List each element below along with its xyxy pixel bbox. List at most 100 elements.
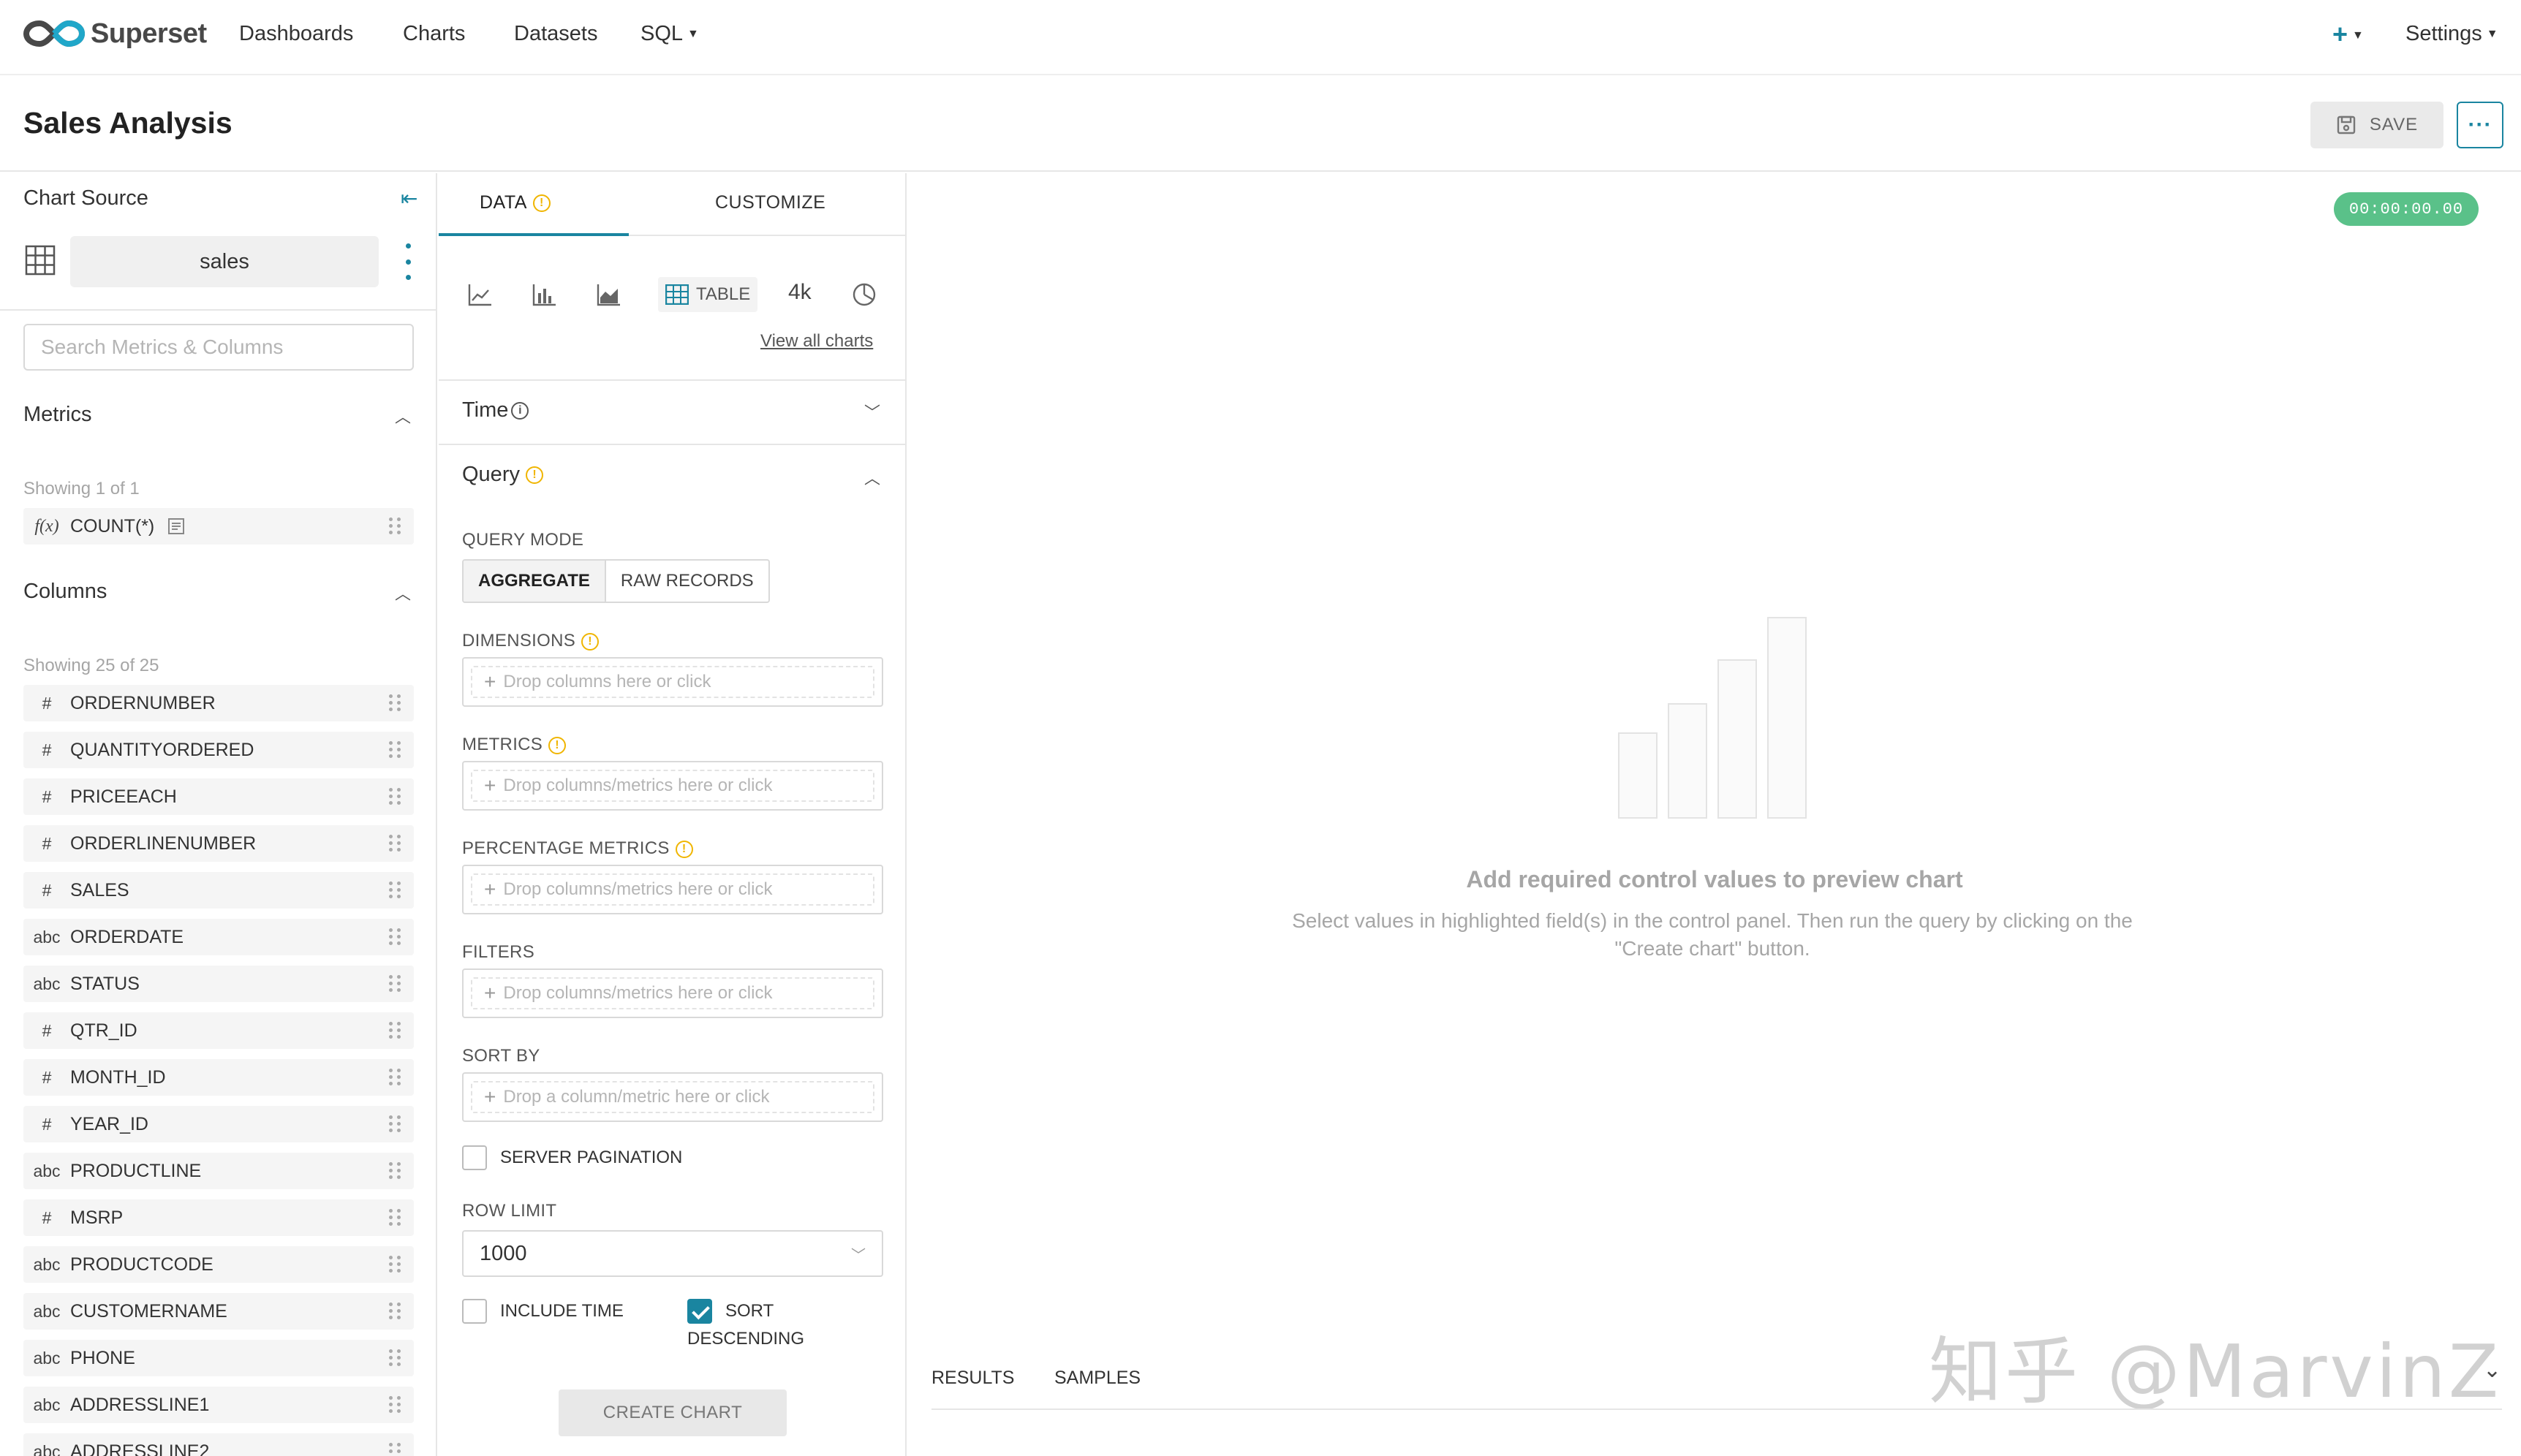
superset-logo[interactable]: Superset (23, 18, 207, 50)
column-item[interactable]: abc ADDRESSLINE2 (23, 1433, 414, 1456)
percentage-metrics-dropzone[interactable]: + Drop columns/metrics here or click (462, 865, 883, 914)
filters-dropzone[interactable]: + Drop columns/metrics here or click (462, 968, 883, 1018)
metric-item[interactable]: f(x) COUNT(*) (23, 508, 414, 545)
more-actions-button[interactable]: ··· (2457, 102, 2503, 148)
metrics-section-title[interactable]: Metrics (23, 403, 91, 427)
column-item[interactable]: abc ORDERDATE (23, 919, 414, 955)
drag-handle-icon[interactable] (389, 928, 401, 946)
dimensions-label: DIMENSIONS! (462, 631, 600, 651)
column-item[interactable]: # SALES (23, 872, 414, 909)
plus-icon: + (484, 774, 496, 797)
column-item[interactable]: abc PRODUCTCODE (23, 1246, 414, 1283)
numeric-type-icon: # (42, 693, 52, 713)
dataset-menu-icon[interactable] (401, 243, 415, 280)
chevron-up-icon[interactable]: ︿ (395, 404, 411, 428)
query-section[interactable]: Query! (462, 463, 543, 487)
dataset-name[interactable]: sales (70, 236, 379, 287)
column-item[interactable]: abc PHONE (23, 1340, 414, 1376)
sort-by-dropzone[interactable]: + Drop a column/metric here or click (462, 1072, 883, 1122)
drag-handle-icon[interactable] (389, 517, 401, 535)
chevron-down-icon[interactable]: ⌄ (2483, 1357, 2501, 1383)
columns-section-title[interactable]: Columns (23, 580, 107, 604)
viz-type-table[interactable]: TABLE (658, 277, 758, 312)
time-section[interactable]: Time i (462, 398, 529, 422)
drag-handle-icon[interactable] (389, 1209, 401, 1226)
column-name: STATUS (70, 973, 140, 994)
create-chart-button[interactable]: CREATE CHART (559, 1389, 787, 1436)
row-limit-label: ROW LIMIT (462, 1201, 557, 1221)
column-item[interactable]: # ORDERLINENUMBER (23, 825, 414, 862)
drag-handle-icon[interactable] (389, 1396, 401, 1414)
column-item[interactable]: # ORDERNUMBER (23, 685, 414, 721)
nav-sql[interactable]: SQL ▼ (640, 22, 699, 46)
row-limit-select[interactable]: 1000 ﹀ (462, 1230, 883, 1277)
column-item[interactable]: # YEAR_ID (23, 1106, 414, 1142)
new-item-menu[interactable]: + ▼ (2332, 19, 2364, 50)
drag-handle-icon[interactable] (389, 975, 401, 993)
drag-handle-icon[interactable] (389, 1349, 401, 1367)
drag-handle-icon[interactable] (389, 1069, 401, 1086)
drag-handle-icon[interactable] (389, 694, 401, 712)
chevron-down-icon[interactable]: ﹀ (864, 400, 880, 423)
area-chart-icon[interactable] (595, 281, 621, 308)
column-item[interactable]: # PRICEEACH (23, 778, 414, 815)
drag-handle-icon[interactable] (389, 835, 401, 852)
query-mode-aggregate[interactable]: AGGREGATE (464, 561, 606, 602)
column-item[interactable]: # QTR_ID (23, 1012, 414, 1049)
line-chart-icon[interactable] (466, 281, 493, 308)
drag-handle-icon[interactable] (389, 881, 401, 899)
drag-handle-icon[interactable] (389, 1022, 401, 1039)
empty-state-title: Add required control values to preview c… (1466, 866, 1963, 892)
column-item[interactable]: abc STATUS (23, 966, 414, 1002)
search-metrics-columns-input[interactable] (23, 324, 414, 371)
settings-menu[interactable]: Settings ▼ (2405, 22, 2498, 46)
chevron-up-icon[interactable]: ︿ (395, 581, 411, 604)
column-item[interactable]: abc CUSTOMERNAME (23, 1293, 414, 1330)
nav-charts[interactable]: Charts (403, 22, 465, 46)
time-section-label: Time (462, 398, 509, 422)
column-item[interactable]: # QUANTITYORDERED (23, 732, 414, 768)
save-button[interactable]: SAVE (2310, 102, 2443, 148)
divider (0, 309, 436, 311)
drag-handle-icon[interactable] (389, 1256, 401, 1273)
nav-datasets[interactable]: Datasets (514, 22, 597, 46)
chevron-up-icon[interactable]: ︿ (864, 466, 880, 489)
column-item[interactable]: abc PRODUCTLINE (23, 1153, 414, 1189)
divider (439, 379, 905, 381)
chart-title[interactable]: Sales Analysis (23, 106, 233, 140)
drag-handle-icon[interactable] (389, 741, 401, 759)
query-mode-raw-records[interactable]: RAW RECORDS (606, 561, 768, 602)
column-item[interactable]: # MSRP (23, 1199, 414, 1236)
big-number-viz[interactable]: 4k (788, 280, 812, 305)
column-name: PRODUCTCODE (70, 1254, 213, 1275)
drag-handle-icon[interactable] (389, 1443, 401, 1456)
percentage-metrics-label: PERCENTAGE METRICS! (462, 838, 693, 859)
server-pagination-checkbox[interactable] (462, 1145, 487, 1170)
server-pagination-label: SERVER PAGINATION (500, 1148, 683, 1167)
drag-handle-icon[interactable] (389, 788, 401, 805)
numeric-type-icon: # (42, 1207, 52, 1227)
row-limit-value: 1000 (480, 1241, 527, 1265)
sort-descending-checkbox[interactable] (687, 1299, 712, 1324)
tab-samples[interactable]: SAMPLES (1054, 1368, 1141, 1389)
bar-chart-icon[interactable] (531, 281, 557, 308)
column-item[interactable]: abc ADDRESSLINE1 (23, 1387, 414, 1423)
tab-customize[interactable]: CUSTOMIZE (715, 192, 825, 213)
drag-handle-icon[interactable] (389, 1162, 401, 1180)
string-type-icon: abc (33, 1161, 61, 1180)
nav-dashboards[interactable]: Dashboards (239, 22, 353, 46)
column-item[interactable]: # MONTH_ID (23, 1059, 414, 1096)
columns-showing-count: Showing 25 of 25 (23, 656, 159, 675)
view-all-charts-link[interactable]: View all charts (760, 331, 873, 352)
metrics-dropzone[interactable]: + Drop columns/metrics here or click (462, 761, 883, 811)
tab-results[interactable]: RESULTS (931, 1368, 1014, 1389)
tab-data[interactable]: DATA! (480, 192, 551, 213)
drag-handle-icon[interactable] (389, 1303, 401, 1320)
string-type-icon: abc (33, 1348, 61, 1368)
collapse-panel-icon[interactable]: ⇤ (401, 186, 417, 211)
pie-chart-icon[interactable] (851, 281, 877, 308)
drag-handle-icon[interactable] (389, 1115, 401, 1133)
dimensions-dropzone[interactable]: + Drop columns here or click (462, 657, 883, 707)
chart-source-label: Chart Source (23, 186, 148, 210)
include-time-checkbox[interactable] (462, 1299, 487, 1324)
